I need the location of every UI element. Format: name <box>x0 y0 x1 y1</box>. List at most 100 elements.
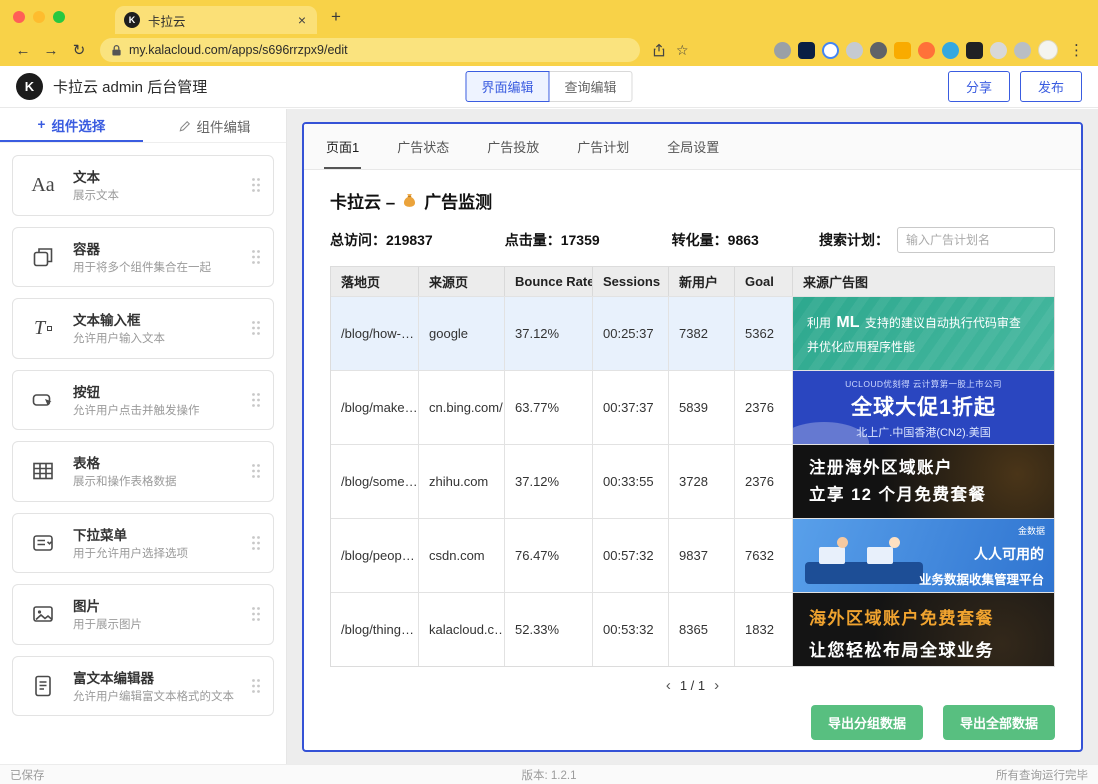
cell-bounce: 37.12% <box>505 445 593 518</box>
tab-component-select[interactable]: + 组件选择 <box>0 109 143 142</box>
address-bar[interactable]: my.kalacloud.com/apps/s696rrzpx9/edit <box>100 38 640 62</box>
extension-icon[interactable] <box>870 42 887 59</box>
extension-icon[interactable] <box>894 42 911 59</box>
extension-icon[interactable] <box>846 42 863 59</box>
page-tab-global-settings[interactable]: 全局设置 <box>665 124 721 169</box>
cell-landing: /blog/peop… <box>331 519 419 592</box>
cell-sessions: 00:33:55 <box>593 445 669 518</box>
cell-new-users: 7382 <box>669 297 735 370</box>
profile-avatar[interactable] <box>1038 40 1058 60</box>
drag-handle-icon[interactable] <box>251 606 261 622</box>
minimize-window-button[interactable] <box>33 11 45 23</box>
reload-button[interactable]: ↻ <box>66 41 92 59</box>
table-row[interactable]: /blog/some… zhihu.com 37.12% 00:33:55 37… <box>331 444 1054 518</box>
app-preview-panel[interactable]: 页面1 广告状态 广告投放 广告计划 全局设置 卡拉云 – 广告监测 总访问：2… <box>302 122 1083 752</box>
drag-handle-icon[interactable] <box>251 320 261 336</box>
page-title-suffix: 广告监测 <box>424 188 492 213</box>
drag-handle-icon[interactable] <box>251 249 261 265</box>
bookmark-star-icon[interactable]: ☆ <box>676 42 689 59</box>
cell-goal: 1832 <box>735 593 793 666</box>
cell-ad: UCLOUD优刻得 云计算第一股上市公司 全球大促1折起 北上广.中国香港(CN… <box>793 371 1054 444</box>
extension-icon[interactable] <box>798 42 815 59</box>
component-desc: 允许用户输入文本 <box>73 332 239 348</box>
extension-icon[interactable] <box>822 42 839 59</box>
container-icon <box>25 245 61 269</box>
query-edit-button[interactable]: 查询编辑 <box>550 71 633 102</box>
cell-bounce: 37.12% <box>505 297 593 370</box>
drag-handle-icon[interactable] <box>251 392 261 408</box>
cell-sessions: 00:53:32 <box>593 593 669 666</box>
component-desc: 允许用户点击并触发操作 <box>73 404 239 420</box>
tab-component-edit-label: 组件编辑 <box>197 116 251 136</box>
richtext-editor-icon <box>25 674 61 698</box>
dropdown-icon <box>25 531 61 555</box>
cell-landing: /blog/thing… <box>331 593 419 666</box>
cell-ad: 利用 ML 支持的建议自动执行代码审查 并优化应用程序性能 <box>793 297 1054 370</box>
plan-search-label: 搜索计划： <box>819 230 889 250</box>
share-icon[interactable] <box>652 43 666 58</box>
export-group-button[interactable]: 导出分组数据 <box>811 705 923 740</box>
extension-icon[interactable] <box>1014 42 1031 59</box>
export-all-button[interactable]: 导出全部数据 <box>943 705 1055 740</box>
status-bar: 已保存 版本: 1.2.1 所有查询运行完毕 <box>0 764 1098 784</box>
extension-icon[interactable] <box>990 42 1007 59</box>
extension-icon[interactable] <box>966 42 983 59</box>
component-card-richtext[interactable]: 富文本编辑器 允许用户编辑富文本格式的文本 <box>12 656 274 717</box>
component-desc: 允许用户编辑富文本格式的文本 <box>73 690 239 706</box>
component-card-table[interactable]: 表格 展示和操作表格数据 <box>12 441 274 502</box>
page-tab-ad-status[interactable]: 广告状态 <box>395 124 451 169</box>
table-row[interactable]: /blog/thing… kalacloud.c… 52.33% 00:53:3… <box>331 592 1054 666</box>
forward-button[interactable]: → <box>38 42 64 59</box>
component-card-image[interactable]: 图片 用于展示图片 <box>12 584 274 645</box>
ads-table: 落地页 来源页 Bounce Rate Sessions 新用户 Goal 来源… <box>330 266 1055 667</box>
browser-tab[interactable]: K 卡拉云 × <box>115 6 317 34</box>
lock-icon <box>111 44 122 57</box>
drag-handle-icon[interactable] <box>251 535 261 551</box>
stat-total-visits: 总访问：219837 <box>330 230 433 250</box>
header-source: 来源页 <box>419 267 505 296</box>
ad-image-data-platform: 金数据 人人可用的 业务数据收集管理平台 <box>793 519 1054 592</box>
tab-close-icon[interactable]: × <box>296 12 308 28</box>
cell-goal: 7632 <box>735 519 793 592</box>
cell-source: google <box>419 297 505 370</box>
menu-kebab-icon[interactable]: ⋮ <box>1065 41 1088 59</box>
drag-handle-icon[interactable] <box>251 177 261 193</box>
extension-icon[interactable] <box>918 42 935 59</box>
table-row[interactable]: /blog/make… cn.bing.com/ 63.77% 00:37:37… <box>331 370 1054 444</box>
close-window-button[interactable] <box>13 11 25 23</box>
drag-handle-icon[interactable] <box>251 463 261 479</box>
new-tab-button[interactable]: + <box>331 7 341 34</box>
publish-button[interactable]: 发布 <box>1020 71 1082 102</box>
component-card-button[interactable]: 按钮 允许用户点击并触发操作 <box>12 370 274 431</box>
share-button[interactable]: 分享 <box>948 71 1010 102</box>
back-button[interactable]: ← <box>10 42 36 59</box>
page-next-icon[interactable]: › <box>714 678 719 693</box>
maximize-window-button[interactable] <box>53 11 65 23</box>
tab-component-edit[interactable]: 组件编辑 <box>143 109 286 142</box>
component-card-container[interactable]: 容器 用于将多个组件集合在一起 <box>12 227 274 288</box>
component-card-text[interactable]: Aa 文本 展示文本 <box>12 155 274 216</box>
page-tab-ad-delivery[interactable]: 广告投放 <box>485 124 541 169</box>
ui-edit-button[interactable]: 界面编辑 <box>465 71 549 102</box>
extension-icon[interactable] <box>942 42 959 59</box>
component-card-dropdown[interactable]: 下拉菜单 用于允许用户选择选项 <box>12 513 274 574</box>
plan-search-input[interactable] <box>897 227 1055 253</box>
drag-handle-icon[interactable] <box>251 678 261 694</box>
browser-toolbar: ← → ↻ my.kalacloud.com/apps/s696rrzpx9/e… <box>0 34 1098 66</box>
table-row[interactable]: /blog/peop… csdn.com 76.47% 00:57:32 983… <box>331 518 1054 592</box>
page-prev-icon[interactable]: ‹ <box>666 678 671 693</box>
ad-image-overseas-register: 注册海外区域账户 立享 12 个月免费套餐 <box>793 445 1054 518</box>
pagination: ‹ 1 / 1 › <box>330 678 1055 693</box>
table-row[interactable]: /blog/how-… google 37.12% 00:25:37 7382 … <box>331 296 1054 370</box>
page-tab-ad-plan[interactable]: 广告计划 <box>575 124 631 169</box>
header-landing: 落地页 <box>331 267 419 296</box>
component-card-text-input[interactable]: T 文本输入框 允许用户输入文本 <box>12 298 274 359</box>
url-text: my.kalacloud.com/apps/s696rrzpx9/edit <box>129 43 348 57</box>
browser-titlebar: K 卡拉云 × + <box>0 0 1098 34</box>
cell-sessions: 00:25:37 <box>593 297 669 370</box>
cell-ad: 注册海外区域账户 立享 12 个月免费套餐 <box>793 445 1054 518</box>
page-tab-1[interactable]: 页面1 <box>324 124 361 169</box>
app-title: 卡拉云 admin 后台管理 <box>53 76 207 97</box>
cell-bounce: 76.47% <box>505 519 593 592</box>
extension-icon[interactable] <box>774 42 791 59</box>
